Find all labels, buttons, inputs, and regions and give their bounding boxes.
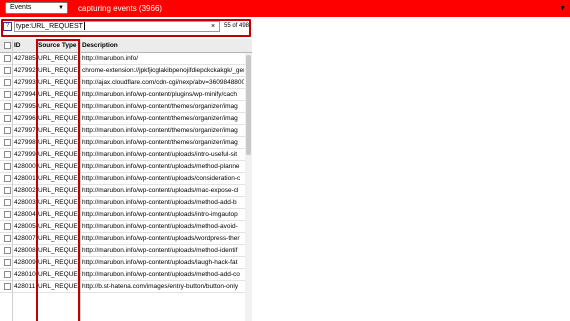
row-checkbox[interactable] <box>4 223 11 230</box>
row-description: http://marubon.info/wp-content/plugins/w… <box>82 91 237 98</box>
row-id: 428010 <box>14 271 36 278</box>
row-id: 427992 <box>14 67 36 74</box>
capture-status: capturing events (3966) <box>78 4 163 13</box>
row-id: 428009 <box>14 259 36 266</box>
filter-highlight-box <box>1 19 251 37</box>
row-id: 428007 <box>14 235 36 242</box>
row-checkbox[interactable] <box>4 199 11 206</box>
row-description: http://marubon.info/wp-content/uploads/m… <box>82 271 240 278</box>
row-id: 427993 <box>14 79 36 86</box>
row-checkbox[interactable] <box>4 151 11 158</box>
row-checkbox[interactable] <box>4 283 11 290</box>
table-scrollbar[interactable] <box>245 53 252 321</box>
view-select[interactable]: Events ▼ <box>5 2 68 14</box>
row-id: 428008 <box>14 247 36 254</box>
row-id: 427997 <box>14 127 36 134</box>
row-description: http://marubon.info/wp-content/uploads/m… <box>82 247 238 254</box>
chevron-down-icon: ▼ <box>58 5 64 11</box>
row-id: 428011 <box>14 283 36 290</box>
row-description: http://marubon.info/wp-content/themes/or… <box>82 103 238 110</box>
row-description: http://b.st-hatena.com/images/entry-butt… <box>82 283 239 290</box>
row-checkbox[interactable] <box>4 79 11 86</box>
row-description: http://marubon.info/wp-content/themes/or… <box>82 139 238 146</box>
menu-dropdown-icon[interactable]: ▼ <box>559 0 566 17</box>
header-id[interactable]: ID <box>14 39 36 52</box>
row-description: http://marubon.info/wp-content/uploads/c… <box>82 175 241 182</box>
row-description: http://marubon.info/wp-content/uploads/i… <box>82 211 238 218</box>
row-checkbox[interactable] <box>4 259 11 266</box>
row-description: http://marubon.info/wp-content/uploads/m… <box>82 223 238 230</box>
top-bar: Events ▼ capturing events (3966) ▼ <box>0 0 570 17</box>
row-checkbox[interactable] <box>4 247 11 254</box>
row-checkbox[interactable] <box>4 139 11 146</box>
row-checkbox[interactable] <box>4 211 11 218</box>
row-checkbox[interactable] <box>4 235 11 242</box>
row-id: 427994 <box>14 91 36 98</box>
row-id: 428005 <box>14 223 36 230</box>
row-checkbox[interactable] <box>4 175 11 182</box>
row-description: http://marubon.info/wp-content/uploads/m… <box>82 187 239 194</box>
row-description: http://marubon.info/wp-content/uploads/l… <box>82 259 238 266</box>
row-description: http://marubon.info/wp-content/themes/or… <box>82 115 238 122</box>
select-all-checkbox[interactable] <box>4 42 11 49</box>
row-id: 427995 <box>14 103 36 110</box>
row-id: 428001 <box>14 175 36 182</box>
header-description[interactable]: Description <box>82 39 244 52</box>
row-id: 427999 <box>14 151 36 158</box>
row-id: 428002 <box>14 187 36 194</box>
row-checkbox[interactable] <box>4 103 11 110</box>
row-checkbox[interactable] <box>4 91 11 98</box>
column-divider <box>80 39 81 321</box>
row-id: 427885 <box>14 55 36 62</box>
row-description: http://marubon.info/wp-content/uploads/w… <box>82 235 240 242</box>
row-checkbox[interactable] <box>4 127 11 134</box>
view-select-value: Events <box>10 4 32 11</box>
row-id: 428000 <box>14 163 36 170</box>
row-description: http://ajax.cloudflare.com/cdn-cgi/nexp/… <box>82 79 244 86</box>
row-description: http://marubon.info/wp-content/themes/or… <box>82 127 238 134</box>
row-id: 427998 <box>14 139 36 146</box>
row-description: http://marubon.info/wp-content/uploads/i… <box>82 151 238 158</box>
row-checkbox[interactable] <box>4 67 11 74</box>
row-checkbox[interactable] <box>4 115 11 122</box>
row-id: 427996 <box>14 115 36 122</box>
row-description: http://marubon.info/ <box>82 55 139 62</box>
row-id: 428003 <box>14 199 36 206</box>
row-checkbox[interactable] <box>4 163 11 170</box>
row-description: http://marubon.info/wp-content/uploads/m… <box>82 163 240 170</box>
source-type-highlight-box <box>36 39 80 321</box>
row-checkbox[interactable] <box>4 55 11 62</box>
row-checkbox[interactable] <box>4 271 11 278</box>
row-description: http://marubon.info/wp-content/uploads/m… <box>82 199 237 206</box>
column-divider <box>12 39 13 321</box>
row-id: 428004 <box>14 211 36 218</box>
row-description: chrome-extension://jpkfjicglakibpenojifd… <box>82 67 244 74</box>
scrollbar-thumb[interactable] <box>246 55 251 155</box>
row-checkbox[interactable] <box>4 187 11 194</box>
